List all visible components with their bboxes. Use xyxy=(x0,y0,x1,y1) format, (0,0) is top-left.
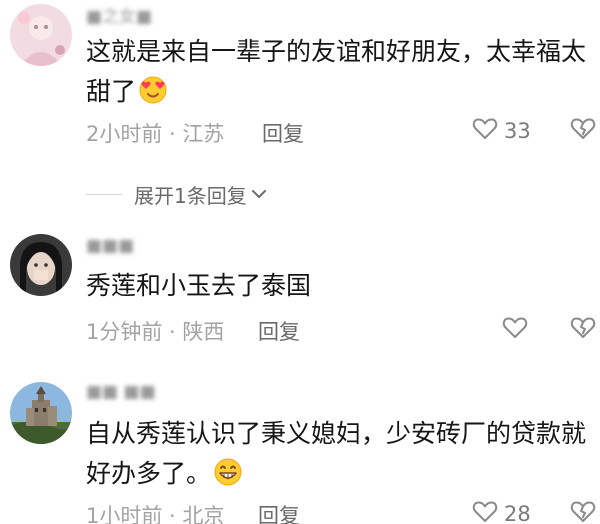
comment-meta: 1分钟前 · 陕西 xyxy=(86,320,225,344)
broken-heart-outline-icon xyxy=(570,118,596,145)
comment-item: ■■ ■■ 自从秀莲认识了秉义媳妇，少安砖厂的贷款就好办多了。 1小时前 · 北… xyxy=(0,374,600,524)
comment-text: 秀莲和小玉去了泰国 xyxy=(86,266,586,306)
expand-replies-button[interactable]: 展开1条回复 xyxy=(86,180,267,209)
like-button[interactable]: 33 xyxy=(472,117,531,145)
comment-username[interactable]: ■之女■ xyxy=(86,2,152,27)
like-button[interactable] xyxy=(502,316,534,344)
comment-text-body: 秀莲和小玉去了泰国 xyxy=(86,271,312,300)
grin-emoji-icon xyxy=(213,457,243,499)
reply-button[interactable]: 回复 xyxy=(258,316,300,346)
heart-outline-icon xyxy=(502,316,528,344)
like-button[interactable]: 28 xyxy=(472,500,531,524)
comment-text: 自从秀莲认识了秉义媳妇，少安砖厂的贷款就好办多了。 xyxy=(86,414,586,499)
dislike-button[interactable] xyxy=(570,316,596,344)
comment-meta: 1小时前 · 北京 xyxy=(86,504,225,524)
expand-replies-label: 展开1条回复 xyxy=(134,184,247,208)
like-count: 28 xyxy=(504,502,531,524)
comment-text: 这就是来自一辈子的友谊和好朋友，太幸福太甜了 xyxy=(86,32,586,117)
avatar[interactable] xyxy=(10,4,72,66)
comment-meta: 2小时前 · 江苏 xyxy=(86,122,225,146)
comment-item: ■之女■ 这就是来自一辈子的友谊和好朋友，太幸福太甜了 2小时前 · 江苏 回复… xyxy=(0,0,600,160)
comment-text-body: 自从秀莲认识了秉义媳妇，少安砖厂的贷款就好办多了。 xyxy=(86,419,587,488)
divider-line xyxy=(86,194,122,195)
heart-outline-icon xyxy=(472,500,498,524)
avatar[interactable] xyxy=(10,234,72,296)
comment-item: ■■■ 秀莲和小玉去了泰国 1分钟前 · 陕西 回复 xyxy=(0,230,600,350)
heart-eyes-emoji-icon xyxy=(138,75,168,117)
reply-button[interactable]: 回复 xyxy=(262,118,304,148)
comment-username[interactable]: ■■■ xyxy=(86,236,134,256)
like-count: 33 xyxy=(504,119,531,143)
broken-heart-outline-icon xyxy=(570,317,596,344)
heart-outline-icon xyxy=(472,117,498,145)
avatar[interactable] xyxy=(10,382,72,444)
dislike-button[interactable] xyxy=(570,500,596,524)
chevron-down-icon xyxy=(251,185,267,204)
reply-button[interactable]: 回复 xyxy=(258,500,300,524)
dislike-button[interactable] xyxy=(570,117,596,145)
comment-username[interactable]: ■■ ■■ xyxy=(86,382,156,402)
broken-heart-outline-icon xyxy=(570,501,596,524)
